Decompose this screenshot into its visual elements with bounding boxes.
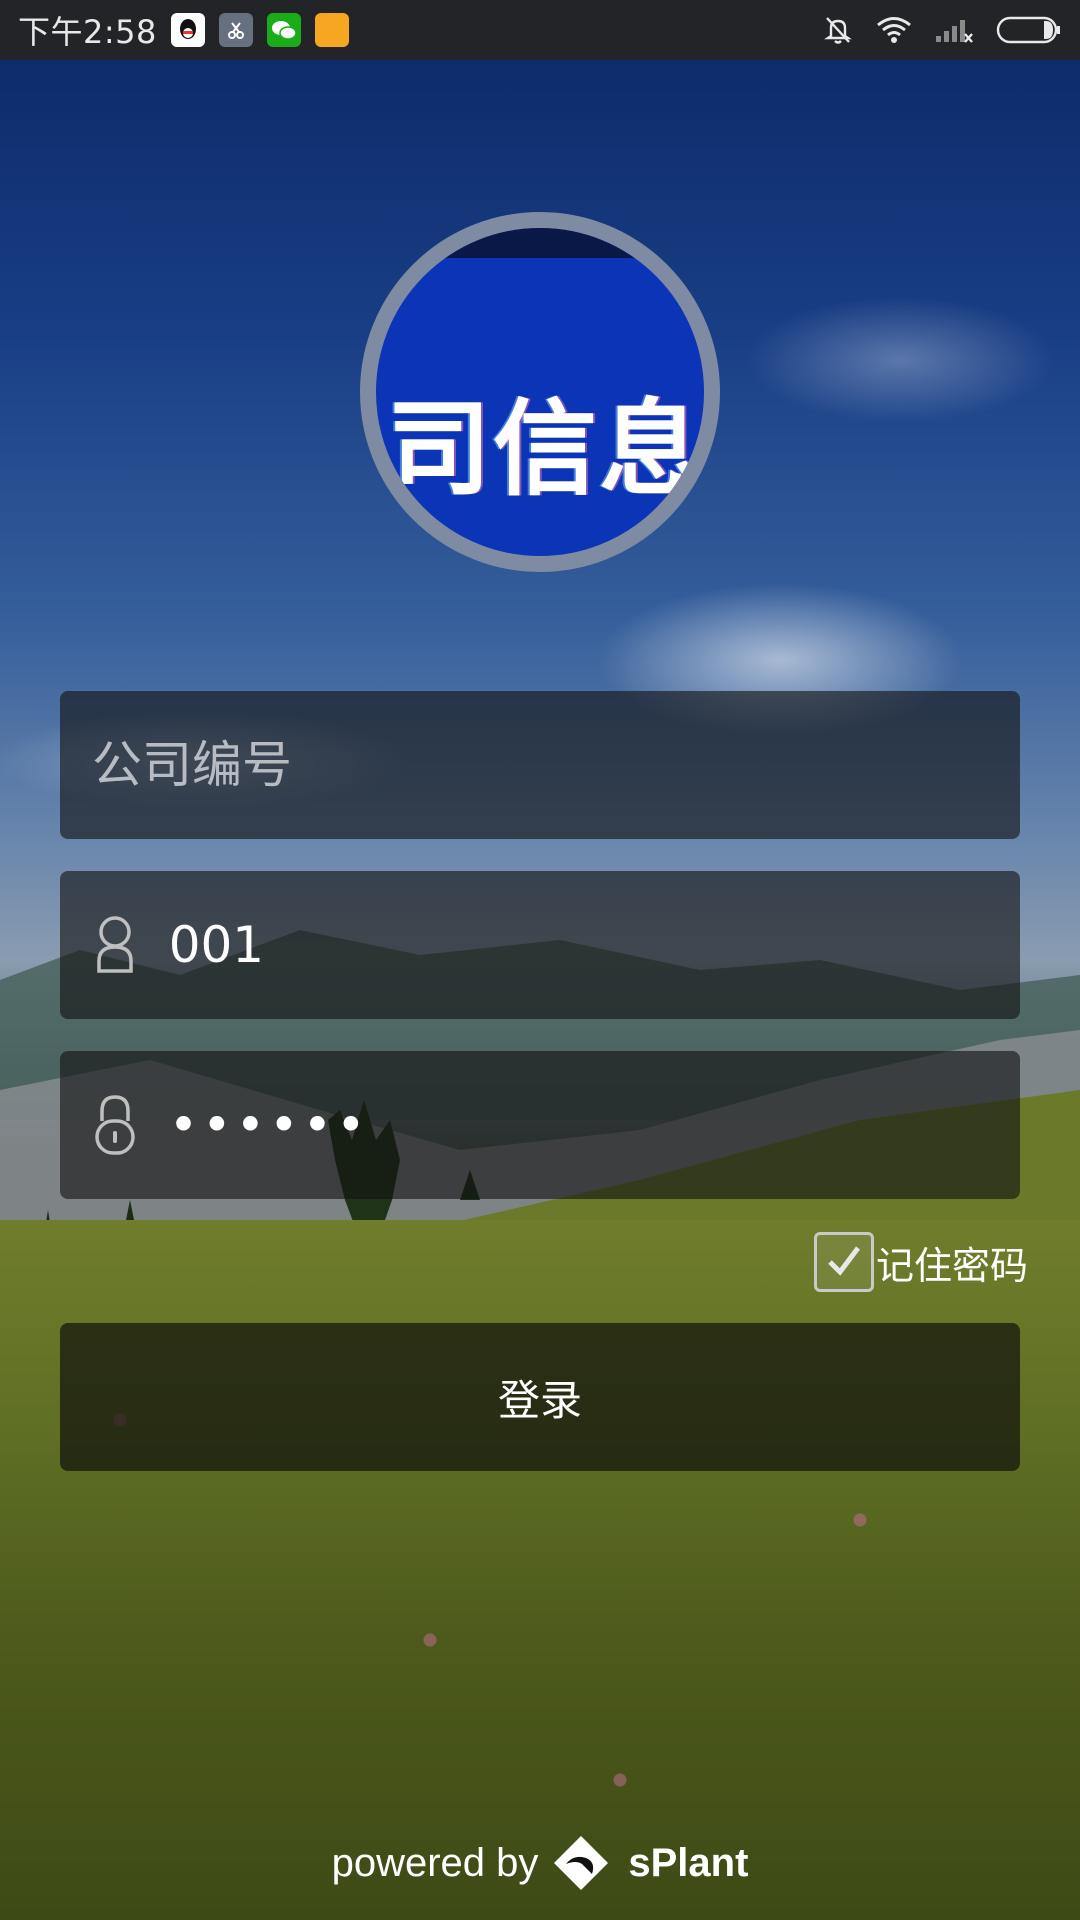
checkmark-icon <box>828 1246 860 1276</box>
signal-icon <box>934 16 974 44</box>
wechat-icon <box>266 13 301 47</box>
login-button[interactable]: 登录 <box>60 1323 1020 1471</box>
powered-by-footer: powered by sPlant <box>0 1828 1080 1898</box>
battery-icon <box>996 15 1062 45</box>
status-bar: 下午2:58 <box>0 0 1080 60</box>
company-id-field[interactable] <box>60 691 1020 839</box>
remember-password-checkbox[interactable]: 记住密码 <box>814 1231 1028 1293</box>
password-input[interactable] <box>142 1096 1020 1154</box>
notes-app-icon <box>314 13 349 47</box>
splant-logo-icon <box>552 1834 610 1892</box>
silent-bell-icon <box>822 14 854 46</box>
qq-icon <box>170 13 205 47</box>
status-time: 下午2:58 <box>18 13 157 51</box>
wifi-icon <box>876 16 912 44</box>
password-field[interactable] <box>60 1051 1020 1199</box>
logo-text: 司信息 <box>386 388 705 510</box>
username-input[interactable] <box>142 916 1020 974</box>
company-logo-avatar: 司信息 <box>360 212 720 572</box>
user-icon <box>88 915 143 975</box>
username-field[interactable] <box>60 871 1020 1019</box>
scissors-app-icon <box>218 13 253 47</box>
lock-icon <box>88 1093 143 1157</box>
company-id-input[interactable] <box>60 736 1020 794</box>
checkbox-box[interactable] <box>814 1232 874 1292</box>
logo-top-band <box>376 228 704 258</box>
powered-by-text: powered by <box>331 1840 539 1885</box>
remember-password-label: 记住密码 <box>876 1243 1029 1288</box>
brand-name: sPlant <box>628 1840 749 1885</box>
